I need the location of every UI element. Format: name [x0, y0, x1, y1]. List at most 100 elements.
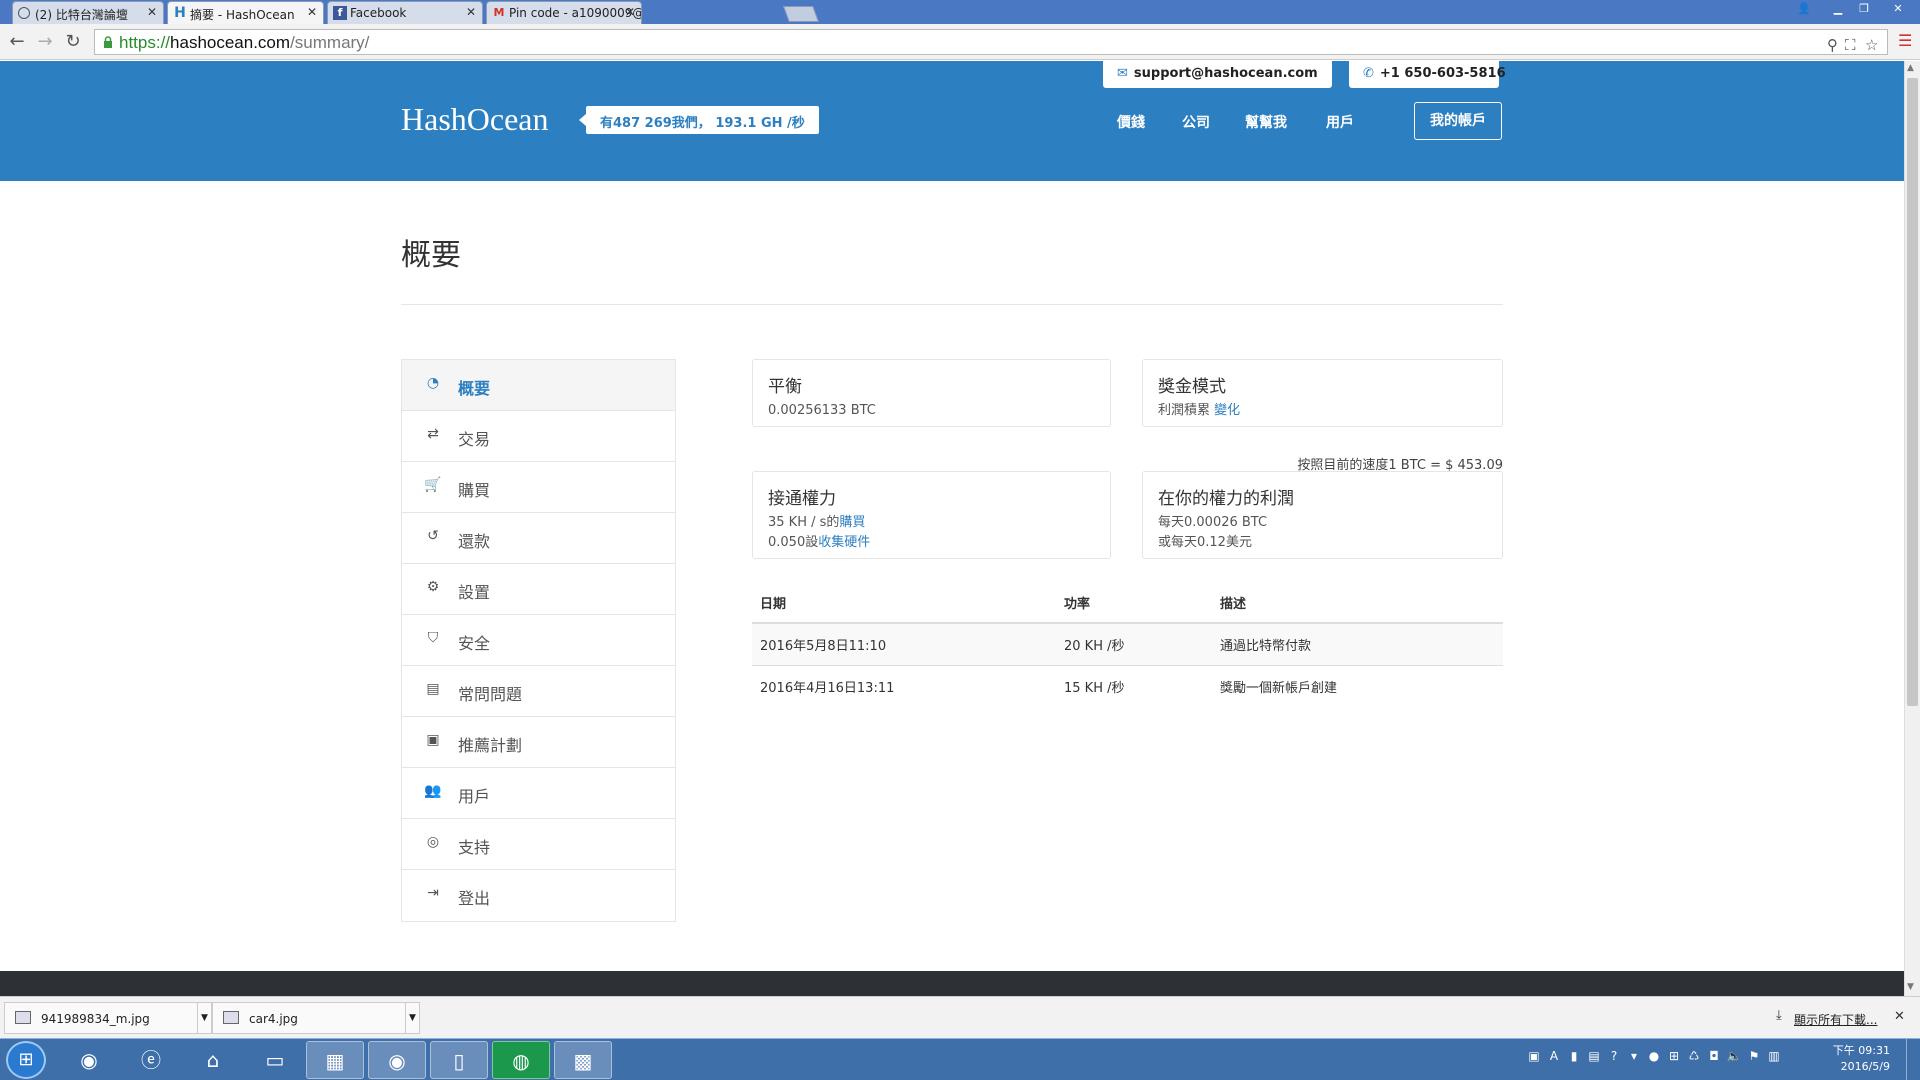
sidebar-item-summary[interactable]: ◔ 概要 — [402, 360, 675, 411]
close-icon[interactable]: ✕ — [1894, 1009, 1905, 1024]
close-window-button[interactable]: ✕ — [1882, 0, 1914, 18]
transactions-table: 日期 功率 描述 2016年5月8日11:10 20 KH /秒 通過比特幣付款… — [752, 583, 1503, 707]
network-status-icon[interactable]: ▥ — [1766, 1049, 1782, 1065]
back-icon[interactable]: ← — [6, 31, 28, 53]
profit-usd: 或每天0.12美元 — [1158, 535, 1252, 550]
location-icon[interactable]: ⚲ — [1827, 36, 1838, 54]
balance-title: 平衡 — [768, 377, 802, 397]
sidebar-item-logout[interactable]: ⇥ 登出 — [402, 870, 675, 921]
money-icon: ▣ — [426, 732, 440, 748]
sidebar-item-users[interactable]: 👥 用戶 — [402, 768, 675, 819]
tray-app-icon[interactable]: ▣ — [1526, 1049, 1542, 1065]
close-tab-icon[interactable]: ✕ — [466, 5, 476, 19]
scroll-up-icon[interactable]: ▲ — [1907, 63, 1914, 73]
new-tab-button[interactable] — [783, 6, 819, 22]
close-tab-icon[interactable]: ✕ — [147, 5, 157, 19]
sidebar-item-buy[interactable]: 🛒 購買 — [402, 462, 675, 513]
scroll-down-icon[interactable]: ▼ — [1907, 982, 1914, 992]
site-footer — [0, 971, 1904, 996]
chrome-icon[interactable]: ◉ — [368, 1041, 426, 1079]
gmail-icon: M — [493, 6, 505, 19]
chevron-down-icon[interactable]: ▼ — [405, 1003, 419, 1033]
my-account-button[interactable]: 我的帳戶 — [1414, 102, 1502, 140]
site-logo[interactable]: HashOcean — [401, 101, 548, 138]
sidebar-item-security[interactable]: ⛉ 安全 — [402, 615, 675, 666]
ime-icon[interactable]: A — [1546, 1049, 1562, 1065]
flag-icon[interactable]: ⚑ — [1746, 1049, 1762, 1065]
hashrate-badge: 有487 269我們， 193.1 GH /秒 — [579, 106, 819, 134]
start-button[interactable]: ⊞ — [6, 1041, 46, 1079]
volume-icon[interactable]: 🔈 — [1726, 1049, 1742, 1065]
download-item[interactable]: car4.jpg ▼ — [212, 1002, 420, 1034]
calculator-icon[interactable]: ▩ — [554, 1041, 612, 1079]
download-item[interactable]: 941989834_m.jpg ▼ — [4, 1002, 212, 1034]
nav-pricing[interactable]: 價錢 — [1117, 112, 1145, 132]
line-icon[interactable]: ◍ — [492, 1041, 550, 1079]
windows-icon[interactable]: ⊞ — [1666, 1049, 1682, 1065]
close-tab-icon[interactable]: ✕ — [625, 5, 635, 19]
row-date: 2016年4月16日13:11 — [752, 665, 1056, 707]
change-bonus-link[interactable]: 變化 — [1214, 403, 1240, 418]
sign-out-icon: ⇥ — [427, 885, 439, 901]
forward-icon[interactable]: → — [34, 31, 56, 53]
address-bar[interactable]: https://hashocean.com/summary/ ⚲ ⛶ ☆ — [94, 29, 1888, 55]
row-power: 20 KH /秒 — [1056, 622, 1212, 666]
display-icon[interactable]: ▤ — [1586, 1049, 1602, 1065]
bookmark-star-icon[interactable]: ☆ — [1865, 36, 1878, 54]
browser-toolbar: ← → ↻ https://hashocean.com/summary/ ⚲ ⛶… — [0, 24, 1920, 60]
phone-icon: ✆ — [1363, 66, 1374, 81]
chrome-icon[interactable]: ◉ — [60, 1041, 118, 1079]
support-email-button[interactable]: ✉ support@hashocean.com — [1103, 61, 1332, 88]
bonus-mode-text: 利潤積累 — [1158, 403, 1215, 418]
system-clock[interactable]: 下午 09:31 2016/5/9 — [1830, 1043, 1890, 1075]
power-title: 接通權力 — [768, 489, 836, 509]
profit-btc: 每天0.00026 BTC — [1158, 515, 1268, 530]
buy-link[interactable]: 購買 — [839, 515, 865, 530]
show-all-downloads-link[interactable]: 顯示所有下載... — [1794, 1011, 1877, 1028]
support-phone-button[interactable]: ✆ +1 650-603-5816 — [1349, 61, 1506, 88]
browser-tab-forum[interactable]: (2) 比特台灣論壇 ✕ — [12, 1, 164, 24]
nav-company[interactable]: 公司 — [1182, 112, 1210, 132]
row-description: 獎勵一個新帳戶創建 — [1212, 665, 1503, 707]
chevron-down-icon[interactable]: ▼ — [197, 1003, 211, 1033]
sync-icon[interactable]: ♺ — [1686, 1049, 1702, 1065]
sidebar-item-support[interactable]: ◎ 支持 — [402, 819, 675, 870]
sidebar-item-payouts[interactable]: ↺ 還款 — [402, 513, 675, 564]
sidebar-item-transactions[interactable]: ⇄ 交易 — [402, 411, 675, 462]
sidebar-menu: ◔ 概要 ⇄ 交易 🛒 購買 ↺ 還款 ⚙ 設置 ⛉ 安全 ▤ 常問問題 ▣ 推薦計劃 👥 用戶 … — [401, 359, 676, 922]
line-tray-icon[interactable]: ● — [1646, 1049, 1662, 1065]
explorer-icon[interactable]: ▭ — [246, 1041, 304, 1079]
browser-tab-gmail[interactable]: M Pin code - a1090009@gr ✕ — [486, 1, 642, 24]
paint-icon[interactable]: ▦ — [306, 1041, 364, 1079]
restore-button[interactable]: ❐ — [1852, 0, 1876, 18]
notepad-icon[interactable]: ▯ — [430, 1041, 488, 1079]
browser-tab-facebook[interactable]: f Facebook ✕ — [327, 1, 483, 24]
profit-card: 在你的權力的利潤 每天0.00026 BTC 或每天0.12美元 — [1142, 471, 1503, 559]
profile-icon[interactable]: 👤 — [1792, 0, 1816, 18]
minimize-button[interactable]: ▁ — [1826, 0, 1850, 18]
power-card: 接通權力 35 KH / s的購買 0.050設收集硬件 — [752, 471, 1111, 559]
antivirus-icon[interactable]: ◘ — [1706, 1049, 1722, 1065]
scrollbar-thumb[interactable] — [1907, 78, 1918, 706]
menu-icon[interactable]: ☰ — [1898, 31, 1912, 50]
network-icon[interactable]: ⌂ — [184, 1041, 242, 1079]
row-power: 15 KH /秒 — [1056, 665, 1212, 707]
show-desktop-button[interactable] — [1906, 1039, 1920, 1080]
collect-hardware-link[interactable]: 收集硬件 — [818, 535, 870, 550]
translate-icon[interactable]: ⛶ — [1845, 36, 1856, 54]
reload-icon[interactable]: ↻ — [62, 31, 84, 53]
table-row: 2016年5月8日11:10 20 KH /秒 通過比特幣付款 — [752, 622, 1503, 666]
close-tab-icon[interactable]: ✕ — [307, 5, 317, 19]
gear-icon: ⚙ — [426, 579, 440, 595]
nav-users[interactable]: 用戶 — [1326, 112, 1354, 132]
tray-window-icon[interactable]: ▮ — [1566, 1049, 1582, 1065]
chevron-down-icon[interactable]: ▾ — [1626, 1049, 1642, 1065]
help-icon[interactable]: ? — [1606, 1049, 1622, 1065]
ie-icon[interactable]: ⓔ — [122, 1041, 180, 1079]
nav-help[interactable]: 幫幫我 — [1245, 112, 1287, 132]
dashboard-icon: ◔ — [426, 375, 440, 391]
sidebar-item-settings[interactable]: ⚙ 設置 — [402, 564, 675, 615]
sidebar-item-faq[interactable]: ▤ 常問問題 — [402, 666, 675, 717]
browser-tab-hashocean[interactable]: H 摘要 - HashOcean ✕ — [167, 1, 324, 24]
sidebar-item-referral[interactable]: ▣ 推薦計劃 — [402, 717, 675, 768]
